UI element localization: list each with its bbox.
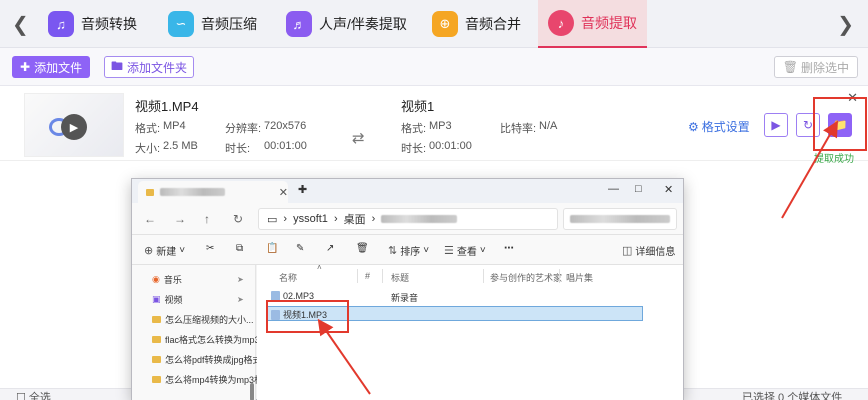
arrow-to-folder-button <box>781 120 838 219</box>
arrow-to-selected-file <box>317 318 371 395</box>
annotation-arrows <box>317 120 838 395</box>
